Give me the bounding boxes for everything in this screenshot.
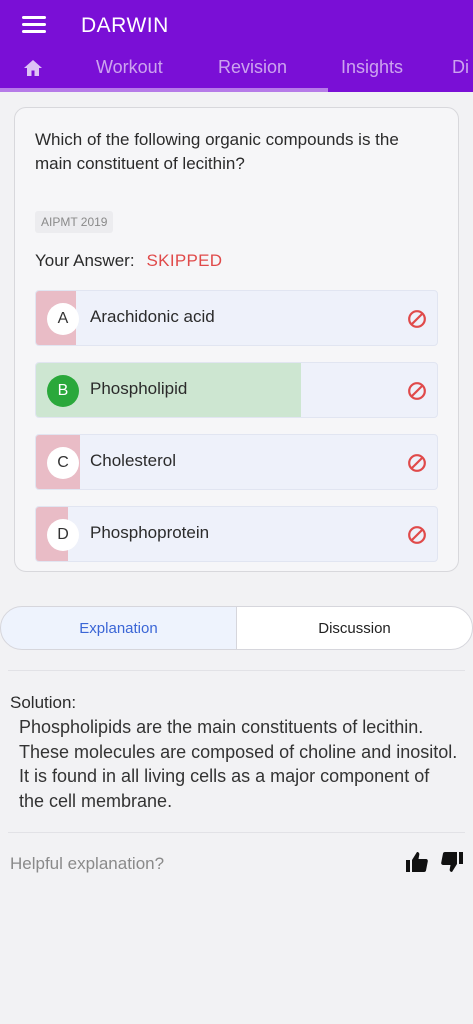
tab-scroll-indicator <box>0 88 328 92</box>
helpful-prompt: Helpful explanation? <box>10 854 165 873</box>
solution-text: Phospholipids are the main constituents … <box>19 717 458 811</box>
tab-overflow[interactable]: Di <box>452 57 469 78</box>
solution-title: Solution: <box>10 693 77 712</box>
your-answer-label: Your Answer: <box>35 251 135 270</box>
option-b-label: Phospholipid <box>90 379 188 398</box>
thumbs-up-icon[interactable] <box>405 850 429 874</box>
app-header: DARWIN Workout Revision Insights Di <box>0 0 473 92</box>
not-attempted-icon <box>408 310 426 328</box>
home-icon[interactable] <box>23 59 43 77</box>
tab-workout[interactable]: Workout <box>96 57 163 78</box>
question-text: Which of the following organic compounds… <box>35 130 399 173</box>
not-attempted-icon <box>408 526 426 544</box>
divider <box>8 832 465 833</box>
option-a[interactable]: A Arachidonic acid <box>35 290 438 346</box>
question-card: Which of the following organic compounds… <box>14 107 459 572</box>
option-b[interactable]: B Phospholipid <box>35 362 438 418</box>
tab-discussion[interactable]: Discussion <box>236 606 473 650</box>
top-tabs: Workout Revision Insights Di <box>0 50 473 92</box>
option-c[interactable]: C Cholesterol <box>35 434 438 490</box>
option-c-letter: C <box>47 447 79 479</box>
thumbs-down-icon[interactable] <box>440 850 464 874</box>
not-attempted-icon <box>408 454 426 472</box>
tab-insights[interactable]: Insights <box>341 57 403 78</box>
option-a-letter: A <box>47 303 79 335</box>
tab-explanation[interactable]: Explanation <box>0 606 237 650</box>
option-d-letter: D <box>47 519 79 551</box>
tab-revision[interactable]: Revision <box>218 57 287 78</box>
explanation-discussion-toggle: Explanation Discussion <box>0 606 473 650</box>
option-d-label: Phosphoprotein <box>90 523 210 542</box>
answer-status: SKIPPED <box>146 251 223 270</box>
app-title: DARWIN <box>81 14 169 37</box>
option-d[interactable]: D Phosphoprotein <box>35 506 438 562</box>
your-answer-row: Your Answer: SKIPPED <box>35 251 222 271</box>
hamburger-menu-icon[interactable] <box>22 16 46 34</box>
divider <box>8 670 465 671</box>
option-c-label: Cholesterol <box>90 451 176 470</box>
option-b-letter: B <box>47 375 79 407</box>
option-a-label: Arachidonic acid <box>90 307 215 326</box>
not-attempted-icon <box>408 382 426 400</box>
exam-tag: AIPMT 2019 <box>35 211 114 233</box>
